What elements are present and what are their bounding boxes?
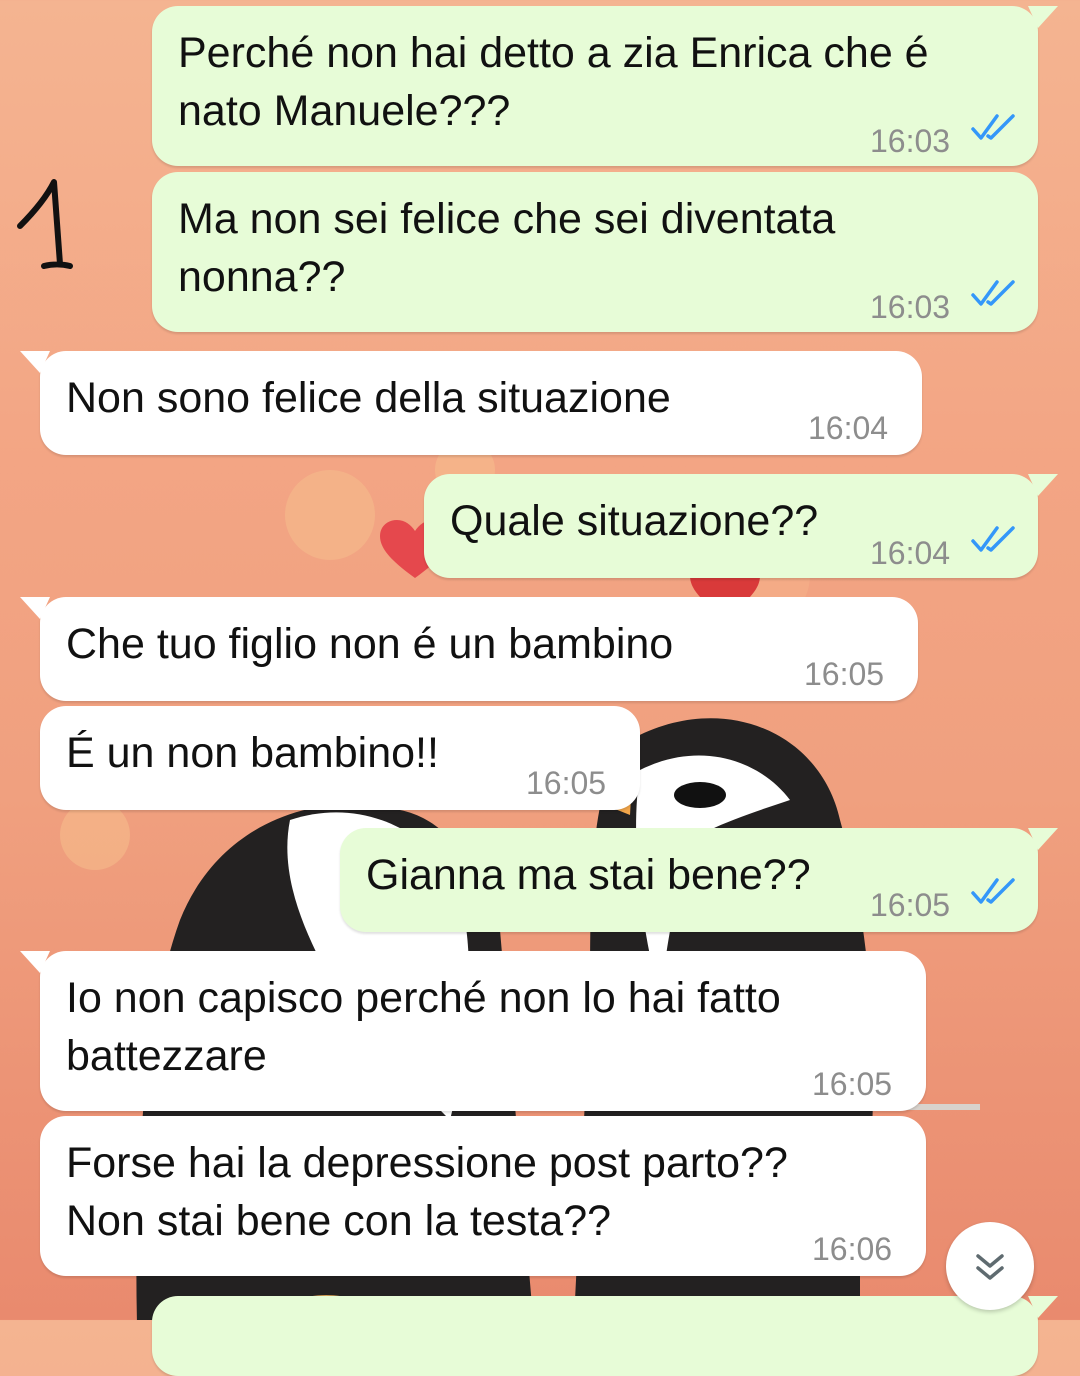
message-time: 16:05 <box>812 1066 893 1102</box>
double-check-icon <box>971 526 1015 552</box>
message-text: Quale situazione?? <box>450 497 819 545</box>
bubble-tail <box>1028 474 1058 496</box>
message-bubble-incoming[interactable]: Che tuo figlio non é un bambino 16:05 <box>20 597 918 701</box>
chevron-double-down-icon <box>976 1254 1004 1280</box>
handwritten-number-1 <box>17 179 73 269</box>
double-check-icon <box>971 280 1015 306</box>
message-time: 16:05 <box>870 887 951 923</box>
message-time: 16:05 <box>804 656 885 692</box>
bubble-tail <box>20 951 50 973</box>
scroll-to-bottom-button[interactable] <box>946 1222 1034 1310</box>
message-text: É un non bambino!! <box>66 729 439 777</box>
message-time: 16:06 <box>812 1231 893 1267</box>
double-check-icon <box>971 114 1015 140</box>
message-time: 16:04 <box>870 535 951 571</box>
message-text: Che tuo figlio non é un bambino <box>66 620 674 668</box>
bubble-tail <box>1028 1296 1058 1318</box>
message-time: 16:03 <box>870 289 951 325</box>
message-time: 16:05 <box>526 765 607 801</box>
message-text: Perché non hai detto a zia Enrica che é … <box>178 29 929 135</box>
message-time: 16:03 <box>870 123 951 159</box>
bubble-tail <box>20 597 50 619</box>
wallpaper-bokeh <box>285 470 375 560</box>
double-check-icon <box>971 878 1015 904</box>
message-bubble-incoming[interactable]: Forse hai la depressione post parto?? No… <box>40 1116 926 1276</box>
message-bubble-outgoing[interactable]: Perché non hai detto a zia Enrica che é … <box>152 6 1058 166</box>
message-bubble-outgoing[interactable]: Gianna ma stai bene?? 16:05 <box>340 828 1058 932</box>
message-time: 16:04 <box>808 410 889 446</box>
message-text: Ma non sei felice che sei diventata nonn… <box>178 195 836 301</box>
message-bubble-incoming[interactable]: É un non bambino!! 16:05 <box>40 706 640 810</box>
message-text: Gianna ma stai bene?? <box>366 851 811 899</box>
bubble-tail <box>20 351 50 373</box>
message-bubble-outgoing[interactable] <box>152 1296 1058 1376</box>
message-bubble-outgoing[interactable]: Ma non sei felice che sei diventata nonn… <box>152 172 1038 332</box>
message-text: Non sono felice della situazione <box>66 374 671 422</box>
bubble-tail <box>1028 828 1058 850</box>
bubble-tail <box>1028 6 1058 28</box>
message-bubble-incoming[interactable]: Io non capisco perché non lo hai fatto b… <box>20 951 926 1111</box>
message-bubble-outgoing[interactable]: Quale situazione?? 16:04 <box>424 474 1058 578</box>
message-text: Forse hai la depressione post parto?? No… <box>66 1139 788 1245</box>
message-bubble-incoming[interactable]: Non sono felice della situazione 16:04 <box>20 351 922 455</box>
message-text: Io non capisco perché non lo hai fatto b… <box>66 974 781 1080</box>
